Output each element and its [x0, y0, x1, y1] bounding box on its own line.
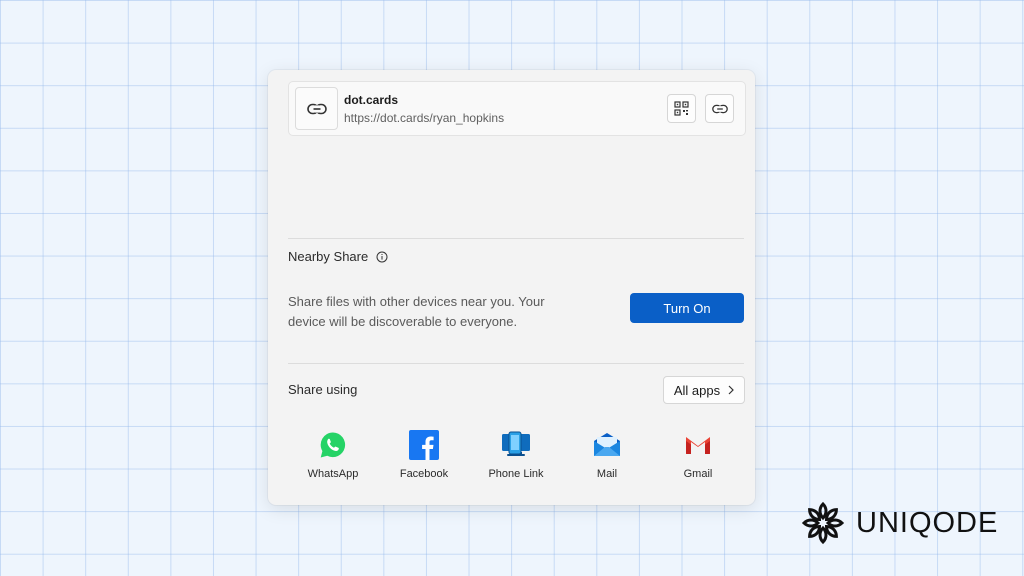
app-label: Gmail — [683, 468, 713, 480]
link-icon — [306, 103, 327, 114]
brand-name: UNIQODE — [856, 506, 999, 539]
app-whatsapp[interactable]: WhatsApp — [288, 430, 378, 480]
divider — [288, 363, 744, 364]
brand-flower-icon — [801, 501, 845, 545]
all-apps-label: All apps — [673, 382, 721, 398]
divider — [288, 238, 744, 239]
qr-code-icon — [674, 101, 689, 116]
app-label: Phone Link — [488, 468, 544, 480]
nearby-share-description: Share files with other devices near you.… — [288, 294, 545, 329]
phone-link-icon — [502, 431, 530, 456]
share-using-title: Share using — [288, 382, 358, 397]
link-title: dot.cards — [344, 93, 399, 107]
facebook-icon — [409, 430, 439, 460]
link-thumbnail — [295, 87, 338, 130]
qr-code-button[interactable] — [667, 94, 696, 123]
shared-link-card: dot.cards https://dot.cards/ryan_hopkins — [288, 81, 746, 136]
turn-on-button[interactable]: Turn On — [630, 293, 744, 323]
chevron-right-icon — [728, 385, 734, 395]
share-apps-list: WhatsApp Facebook Phone Link Mail Gmail — [288, 430, 744, 485]
nearby-share-title: Nearby Share — [288, 249, 369, 264]
app-facebook[interactable]: Facebook — [379, 430, 469, 480]
info-icon[interactable] — [376, 251, 388, 263]
gmail-icon — [686, 437, 710, 454]
brand-logo: UNIQODE — [800, 500, 998, 546]
app-label: WhatsApp — [307, 468, 359, 480]
all-apps-button[interactable]: All apps — [663, 376, 745, 404]
copy-link-button[interactable] — [705, 94, 734, 123]
app-mail[interactable]: Mail — [562, 430, 652, 480]
app-gmail[interactable]: Gmail — [653, 430, 743, 480]
app-label: Facebook — [399, 468, 449, 480]
link-url: https://dot.cards/ryan_hopkins — [344, 111, 505, 125]
whatsapp-icon — [320, 432, 346, 458]
app-label: Mail — [596, 468, 618, 480]
share-dialog: dot.cards https://dot.cards/ryan_hopkins — [268, 70, 755, 505]
copy-link-icon — [711, 104, 728, 113]
app-phone-link[interactable]: Phone Link — [471, 430, 561, 480]
mail-icon — [594, 433, 620, 456]
